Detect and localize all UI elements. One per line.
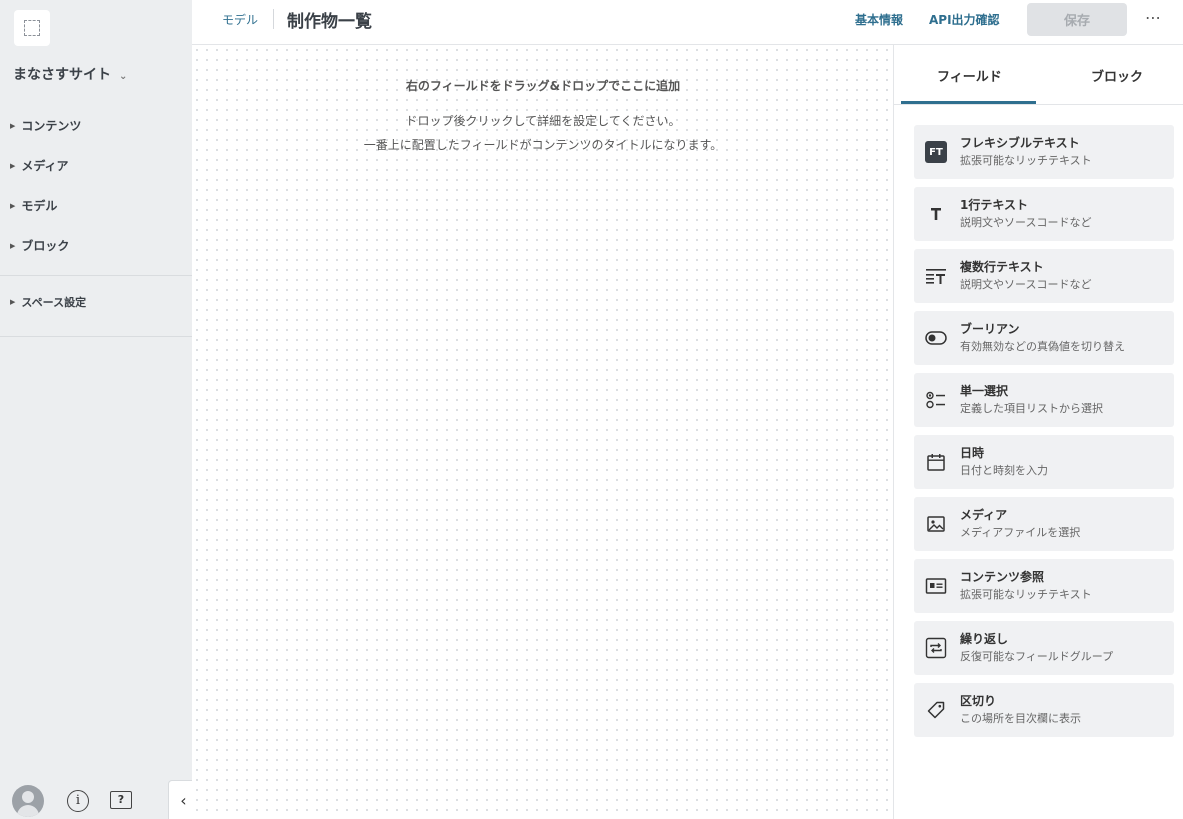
multi-line-text-icon xyxy=(924,264,948,288)
sidebar: まなさすサイト ⌄ ▶ コンテンツ ▶ メディア ▶ モデル ▶ ブロック ▶ … xyxy=(0,0,199,819)
caret-right-icon: ▶ xyxy=(10,241,16,250)
sidebar-item-label: コンテンツ xyxy=(21,119,82,133)
tag-icon xyxy=(924,698,948,722)
calendar-icon xyxy=(924,450,948,474)
more-options-icon[interactable]: ⋯ xyxy=(1145,8,1162,27)
field-description: メディアファイルを選択 xyxy=(960,526,1081,539)
sidebar-item-model[interactable]: ▶ モデル xyxy=(10,197,57,214)
api-output-link[interactable]: API出力確認 xyxy=(929,11,1000,28)
caret-right-icon: ▶ xyxy=(10,161,16,170)
field-name: 1行テキスト xyxy=(960,198,1028,212)
avatar-body xyxy=(17,805,39,817)
breadcrumb[interactable]: モデル xyxy=(222,11,258,28)
chevron-left-icon: ‹ xyxy=(180,790,187,810)
field-multi-line-text[interactable]: 複数行テキスト 説明文やソースコードなど xyxy=(914,249,1174,303)
field-name: ブーリアン xyxy=(960,322,1020,336)
sidebar-item-space-settings[interactable]: ▶ スペース設定 xyxy=(10,294,86,310)
toggle-icon xyxy=(924,326,948,350)
header: モデル 制作物一覧 基本情報 API出力確認 保存 ⋯ xyxy=(192,0,1183,45)
repeat-icon xyxy=(924,636,948,660)
tab-blocks[interactable]: ブロック xyxy=(1091,66,1143,85)
flexible-text-icon: FT xyxy=(924,140,948,164)
sidebar-item-label: メディア xyxy=(21,159,69,173)
field-palette: フィールド ブロック FT フレキシブルテキスト 拡張可能なリッチテキスト 1行… xyxy=(894,45,1183,819)
field-datetime[interactable]: 日時 日付と時刻を入力 xyxy=(914,435,1174,489)
field-boolean[interactable]: ブーリアン 有効無効などの真偽値を切り替え xyxy=(914,311,1174,365)
logo[interactable] xyxy=(14,10,50,46)
active-tab-indicator xyxy=(901,101,1036,104)
page-title: 制作物一覧 xyxy=(287,12,372,32)
field-description: この場所を目次欄に表示 xyxy=(960,712,1081,725)
single-line-text-icon xyxy=(924,202,948,226)
sidebar-item-label: スペース設定 xyxy=(21,296,87,309)
save-button[interactable]: 保存 xyxy=(1027,3,1127,36)
avatar[interactable] xyxy=(12,785,44,817)
sidebar-divider xyxy=(0,336,192,337)
breadcrumb-separator xyxy=(273,9,274,29)
card-icon xyxy=(924,574,948,598)
field-name: メディア xyxy=(960,508,1008,522)
field-name: 日時 xyxy=(960,446,985,460)
field-drop-zone[interactable]: 右のフィールドをドラッグ&ドロップでここに追加 ドロップ後クリックして詳細を設定… xyxy=(192,45,894,819)
sidebar-item-block[interactable]: ▶ ブロック xyxy=(10,237,69,254)
sidebar-item-contents[interactable]: ▶ コンテンツ xyxy=(10,117,81,134)
field-content-reference[interactable]: コンテンツ参照 拡張可能なリッチテキスト xyxy=(914,559,1174,613)
sidebar-item-media[interactable]: ▶ メディア xyxy=(10,157,69,174)
field-media[interactable]: メディア メディアファイルを選択 xyxy=(914,497,1174,551)
drop-zone-title: 右のフィールドをドラッグ&ドロップでここに追加 xyxy=(405,79,681,93)
field-single-line-text[interactable]: 1行テキスト 説明文やソースコードなど xyxy=(914,187,1174,241)
site-name: まなさすサイト xyxy=(13,67,111,83)
basic-info-link[interactable]: 基本情報 xyxy=(855,11,903,28)
ft-badge: FT xyxy=(925,141,947,163)
field-description: 反復可能なフィールドグループ xyxy=(960,650,1114,663)
image-icon xyxy=(924,512,948,536)
field-name: 区切り xyxy=(960,694,997,708)
field-description: 定義した項目リストから選択 xyxy=(960,402,1103,415)
field-description: 説明文やソースコードなど xyxy=(960,216,1092,229)
field-single-select[interactable]: 単一選択 定義した項目リストから選択 xyxy=(914,373,1174,427)
field-name: フレキシブルテキスト xyxy=(960,136,1080,150)
sidebar-divider xyxy=(0,275,192,276)
caret-right-icon: ▶ xyxy=(10,201,16,210)
avatar-head xyxy=(22,791,34,803)
field-description: 説明文やソースコードなど xyxy=(960,278,1092,291)
palette-tabs: フィールド ブロック xyxy=(894,45,1183,105)
caret-right-icon: ▶ xyxy=(10,121,16,130)
field-name: コンテンツ参照 xyxy=(960,570,1045,584)
field-repeat[interactable]: 繰り返し 反復可能なフィールドグループ xyxy=(914,621,1174,675)
help-icon[interactable]: ? xyxy=(110,791,132,809)
field-description: 日付と時刻を入力 xyxy=(960,464,1048,477)
drop-zone-instruction: 一番上に配置したフィールドがコンテンツのタイトルになります。 xyxy=(363,138,723,152)
field-name: 繰り返し xyxy=(960,632,1009,646)
sidebar-footer: i ? ‹ xyxy=(0,780,199,819)
field-name: 複数行テキスト xyxy=(960,260,1044,274)
field-description: 有効無効などの真偽値を切り替え xyxy=(960,340,1125,353)
field-description: 拡張可能なリッチテキスト xyxy=(960,588,1092,601)
tab-fields[interactable]: フィールド xyxy=(937,66,1002,85)
logo-placeholder-icon xyxy=(24,20,40,36)
sidebar-item-label: モデル xyxy=(21,199,58,213)
sidebar-item-label: ブロック xyxy=(21,239,70,253)
field-name: 単一選択 xyxy=(960,384,1009,398)
field-description: 拡張可能なリッチテキスト xyxy=(960,154,1092,167)
chevron-down-icon: ⌄ xyxy=(119,70,128,82)
field-divider[interactable]: 区切り この場所を目次欄に表示 xyxy=(914,683,1174,737)
radio-list-icon xyxy=(924,388,948,412)
field-flexible-text[interactable]: FT フレキシブルテキスト 拡張可能なリッチテキスト xyxy=(914,125,1174,179)
info-icon[interactable]: i xyxy=(67,790,89,812)
drop-zone-instruction: ドロップ後クリックして詳細を設定してください。 xyxy=(405,114,681,128)
caret-right-icon: ▶ xyxy=(10,298,16,306)
site-switcher[interactable]: まなさすサイト ⌄ xyxy=(13,64,127,84)
